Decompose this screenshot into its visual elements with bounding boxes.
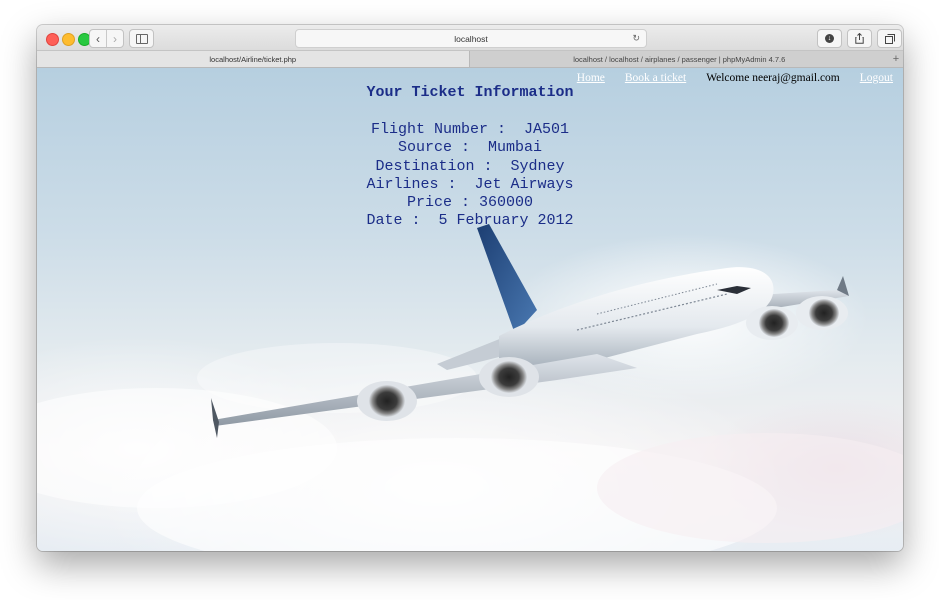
welcome-message: Welcome neeraj@gmail.com [706, 72, 840, 84]
forward-icon[interactable]: › [106, 30, 123, 47]
reload-icon[interactable]: ↻ [632, 33, 640, 44]
price-row: Price : 360000 [37, 194, 903, 212]
tabs-icon[interactable] [877, 29, 902, 48]
tab-label: localhost / localhost / airplanes / pass… [573, 54, 786, 64]
nav-button-group: ‹ › [89, 29, 124, 48]
destination-row: Destination : Sydney [37, 158, 903, 176]
airlines-row: Airlines : Jet Airways [37, 176, 903, 194]
top-navigation: Home Book a ticket Welcome neeraj@gmail.… [577, 72, 893, 84]
flight-number-value: JA501 [524, 121, 570, 139]
address-bar[interactable]: localhost ↻ [295, 29, 647, 48]
home-link[interactable]: Home [577, 72, 605, 84]
price-value: 360000 [479, 194, 534, 212]
book-ticket-link[interactable]: Book a ticket [625, 72, 686, 84]
close-window-button[interactable] [46, 33, 59, 46]
source-row: Source : Mumbai [37, 139, 903, 157]
download-icon[interactable]: ↓ [817, 29, 842, 48]
airlines-value: Jet Airways [474, 175, 574, 193]
back-icon[interactable]: ‹ [90, 30, 106, 47]
page-content: Home Book a ticket Welcome neeraj@gmail.… [37, 68, 903, 551]
ticket-title: Your Ticket Information [366, 84, 574, 101]
price-label: Price : [406, 194, 470, 212]
add-tab-icon[interactable]: + [889, 51, 903, 67]
sidebar-icon[interactable] [129, 29, 154, 48]
url-text: localhost [454, 33, 488, 44]
destination-label: Destination : [375, 157, 493, 175]
source-value: Mumbai [488, 139, 543, 157]
browser-toolbar: ‹ › localhost ↻ ↓ [37, 25, 903, 51]
tab-phpmyadmin[interactable]: localhost / localhost / airplanes / pass… [470, 51, 890, 67]
flight-number-label: Flight Number : [370, 121, 506, 139]
destination-value: Sydney [510, 157, 565, 175]
flight-number-row: Flight Number : JA501 [37, 121, 903, 139]
minimize-window-button[interactable] [62, 33, 75, 46]
ticket-info: Your Ticket Information Flight Number : … [37, 84, 903, 230]
logout-link[interactable]: Logout [860, 72, 893, 84]
airlines-label: Airlines : [366, 175, 457, 193]
share-icon[interactable] [847, 29, 872, 48]
tab-label: localhost/Airline/ticket.php [209, 54, 297, 64]
date-row: Date : 5 February 2012 [37, 212, 903, 230]
source-label: Source : [397, 139, 470, 157]
date-label: Date : [366, 212, 421, 230]
date-value: 5 February 2012 [438, 212, 574, 230]
browser-window: ‹ › localhost ↻ ↓ localhost/Airline/tick… [37, 25, 903, 551]
tab-ticket[interactable]: localhost/Airline/ticket.php [37, 51, 470, 67]
tab-bar: localhost/Airline/ticket.php localhost /… [37, 51, 903, 68]
